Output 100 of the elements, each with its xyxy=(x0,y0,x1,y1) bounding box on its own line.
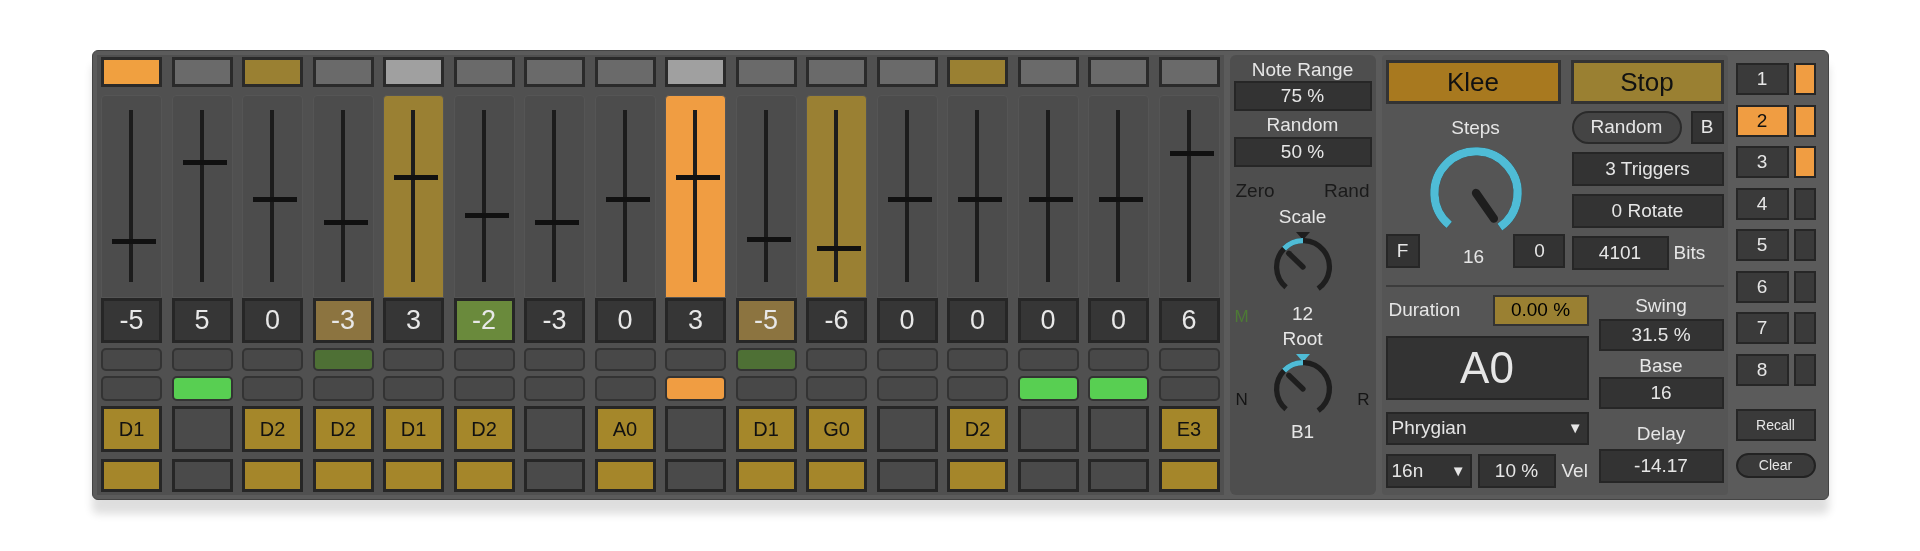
fader-thumb[interactable] xyxy=(676,175,720,181)
slot-button[interactable]: 6 xyxy=(1735,270,1789,303)
gate-toggle[interactable] xyxy=(1017,376,1079,401)
step-value[interactable]: 0 xyxy=(1017,298,1079,343)
slot-button[interactable]: 2 xyxy=(1735,104,1789,137)
slot-button[interactable]: 4 xyxy=(1735,187,1789,220)
fader-thumb[interactable] xyxy=(253,197,297,203)
fader-thumb[interactable] xyxy=(817,245,861,251)
gate-toggle[interactable] xyxy=(876,376,938,401)
gate-toggle[interactable] xyxy=(665,348,726,371)
gate-toggle[interactable] xyxy=(806,348,867,371)
step-fader[interactable] xyxy=(383,95,444,298)
gate-toggle[interactable] xyxy=(524,376,585,401)
fader-thumb[interactable] xyxy=(605,197,650,203)
step-lane[interactable] xyxy=(453,459,515,492)
gate-toggle[interactable] xyxy=(453,376,515,401)
gate-toggle[interactable] xyxy=(947,376,1008,401)
gate-toggle[interactable] xyxy=(383,348,444,371)
base-field[interactable]: 16 xyxy=(1598,377,1724,409)
step-pad[interactable] xyxy=(665,57,726,87)
step-value[interactable]: 0 xyxy=(876,298,938,343)
step-value[interactable]: 6 xyxy=(1158,298,1220,343)
fader-thumb[interactable] xyxy=(887,197,932,203)
step-note[interactable]: D2 xyxy=(312,406,374,452)
gate-toggle[interactable] xyxy=(101,376,162,401)
gate-toggle[interactable] xyxy=(453,348,515,371)
gate-toggle[interactable] xyxy=(947,348,1008,371)
delay-field[interactable]: -14.17 xyxy=(1598,449,1724,483)
swing-field[interactable]: 31.5 % xyxy=(1598,319,1724,351)
step-note[interactable]: D1 xyxy=(383,406,444,452)
step-value[interactable]: -6 xyxy=(806,298,867,343)
slot-button[interactable]: 8 xyxy=(1735,353,1789,386)
klee-button[interactable]: Klee xyxy=(1385,60,1561,104)
velocity-field[interactable]: 10 % xyxy=(1477,454,1556,488)
fader-thumb[interactable] xyxy=(464,212,509,218)
fader-thumb[interactable] xyxy=(535,219,579,225)
duration-field[interactable]: 0.00 % xyxy=(1492,295,1589,326)
step-value[interactable]: 3 xyxy=(665,298,726,343)
step-note[interactable]: D2 xyxy=(242,406,303,452)
step-pad[interactable] xyxy=(242,57,303,87)
step-fader[interactable] xyxy=(665,95,726,298)
slot-button[interactable]: 3 xyxy=(1735,146,1789,178)
f-button[interactable]: F xyxy=(1385,233,1420,268)
note-range-field[interactable]: 75 % xyxy=(1233,81,1372,111)
step-fader[interactable] xyxy=(806,95,867,298)
step-lane[interactable] xyxy=(312,459,374,492)
step-note[interactable]: G0 xyxy=(806,406,867,452)
fader-thumb[interactable] xyxy=(182,159,227,165)
gate-toggle[interactable] xyxy=(735,376,797,401)
step-pad[interactable] xyxy=(383,57,444,87)
scale-dropdown[interactable]: Phrygian ▼ xyxy=(1385,412,1589,445)
fader-thumb[interactable] xyxy=(394,175,438,181)
step-value[interactable]: 0 xyxy=(947,298,1008,343)
gate-toggle[interactable] xyxy=(312,348,374,371)
gate-toggle[interactable] xyxy=(524,348,585,371)
step-note[interactable] xyxy=(1017,406,1079,452)
slot-button[interactable]: 5 xyxy=(1735,229,1789,261)
random-field[interactable]: 50 % xyxy=(1233,137,1372,167)
fader-thumb[interactable] xyxy=(958,197,1002,203)
fader-thumb[interactable] xyxy=(746,237,791,242)
step-lane[interactable] xyxy=(101,459,162,492)
step-lane[interactable] xyxy=(735,459,797,492)
gate-toggle[interactable] xyxy=(594,376,656,401)
gate-toggle[interactable] xyxy=(1088,348,1149,371)
fader-thumb[interactable] xyxy=(1169,151,1214,156)
step-lane[interactable] xyxy=(1158,459,1220,492)
gate-toggle[interactable] xyxy=(876,348,938,371)
fader-thumb[interactable] xyxy=(323,219,368,225)
step-lane[interactable] xyxy=(594,459,656,492)
bits-field[interactable]: 4101 xyxy=(1571,236,1669,270)
fader-thumb[interactable] xyxy=(1028,197,1073,203)
step-lane[interactable] xyxy=(383,459,444,492)
step-note[interactable] xyxy=(665,406,726,452)
gate-toggle[interactable] xyxy=(1158,348,1220,371)
gate-toggle[interactable] xyxy=(171,348,233,371)
step-note[interactable] xyxy=(876,406,938,452)
gate-toggle[interactable] xyxy=(383,376,444,401)
triggers-field[interactable]: 3 Triggers xyxy=(1571,152,1724,186)
random-button[interactable]: Random xyxy=(1571,111,1682,144)
step-value[interactable]: -3 xyxy=(524,298,585,343)
b-button[interactable]: B xyxy=(1690,111,1724,144)
gate-toggle[interactable] xyxy=(242,348,303,371)
step-note[interactable]: D2 xyxy=(947,406,1008,452)
step-pad[interactable] xyxy=(947,57,1008,87)
gate-toggle[interactable] xyxy=(665,376,726,401)
step-value[interactable]: 0 xyxy=(242,298,303,343)
step-note[interactable]: A0 xyxy=(594,406,656,452)
step-lane[interactable] xyxy=(242,459,303,492)
step-value[interactable]: -5 xyxy=(735,298,797,343)
gate-toggle[interactable] xyxy=(101,348,162,371)
offset-field[interactable]: 0 xyxy=(1513,233,1566,268)
rate-dropdown[interactable]: 16n ▼ xyxy=(1385,454,1472,488)
step-note[interactable] xyxy=(171,406,233,452)
step-lane[interactable] xyxy=(947,459,1008,492)
step-note[interactable]: D2 xyxy=(453,406,515,452)
rotate-field[interactable]: 0 Rotate xyxy=(1571,194,1724,228)
step-pad[interactable] xyxy=(101,57,162,87)
gate-toggle[interactable] xyxy=(242,376,303,401)
step-value[interactable]: -5 xyxy=(101,298,162,343)
gate-toggle[interactable] xyxy=(1017,348,1079,371)
